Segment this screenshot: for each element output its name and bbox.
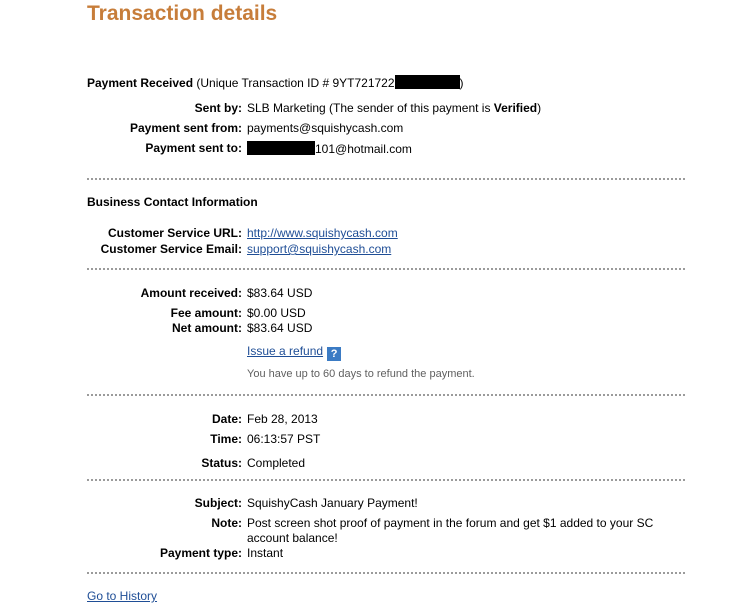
amount-received-label: Amount received: [140,286,242,300]
sent-to-value: 101@hotmail.com [247,141,412,156]
section-divider [87,178,685,180]
net-amount-value: $83.64 USD [247,321,313,335]
subject-value: SquishyCash January Payment! [247,496,418,510]
note-label: Note: [211,516,242,530]
net-amount-label: Net amount: [172,321,242,335]
page-title: Transaction details [87,2,278,25]
redacted-block [394,75,460,89]
note-value: Post screen shot proof of payment in the… [247,516,654,545]
fee-amount-label: Fee amount: [170,306,242,320]
service-url-label: Customer Service URL: [107,226,242,240]
help-icon[interactable]: ? [327,347,342,361]
section-divider [87,479,685,481]
service-email-label: Customer Service Email: [100,242,242,256]
refund-note: You have up to 60 days to refund the pay… [247,368,475,380]
sent-to-label: Payment sent to: [145,141,242,155]
section-divider [87,394,685,396]
time-value: 06:13:57 PST [247,432,321,446]
time-label: Time: [210,432,242,446]
fee-amount-value: $0.00 USD [247,306,306,320]
subject-label: Subject: [194,496,242,510]
issue-refund-link[interactable]: Issue a refund [247,344,323,358]
verified-status: Verified [493,101,538,115]
date-label: Date: [211,412,242,426]
status-label: Status: [201,456,242,470]
sent-from-value: payments@squishycash.com [247,121,404,135]
sent-by-close: ) [537,101,542,115]
sender-name: SLB Marketing (The sender of this paymen… [247,101,494,115]
payment-received-heading: Payment Received (Unique Transaction ID … [87,75,464,90]
service-email-link[interactable]: support@squishycash.com [247,242,391,256]
issue-refund-row: Issue a refund? [247,344,342,361]
sent-to-email: 101@hotmail.com [315,142,412,156]
section-divider [87,572,685,574]
sent-from-label: Payment sent from: [129,121,242,135]
date-value: Feb 28, 2013 [247,412,318,426]
redacted-block [247,141,315,155]
transaction-id-text: (Unique Transaction ID # 9YT721722 [193,76,395,90]
payment-type-label: Payment type: [159,546,242,560]
amount-received-value: $83.64 USD [247,286,313,300]
sent-by-value: SLB Marketing (The sender of this paymen… [247,101,541,115]
payment-type-value: Instant [247,546,284,560]
sent-by-label: Sent by: [194,101,242,115]
go-to-history-link[interactable]: Go to History [87,589,157,603]
business-contact-heading: Business Contact Information [87,195,258,209]
section-divider [87,268,685,270]
service-url-link[interactable]: http://www.squishycash.com [247,226,398,240]
status-value: Completed [247,456,306,470]
transaction-id-close: ) [459,76,464,90]
payment-received-label: Payment Received [87,76,194,90]
